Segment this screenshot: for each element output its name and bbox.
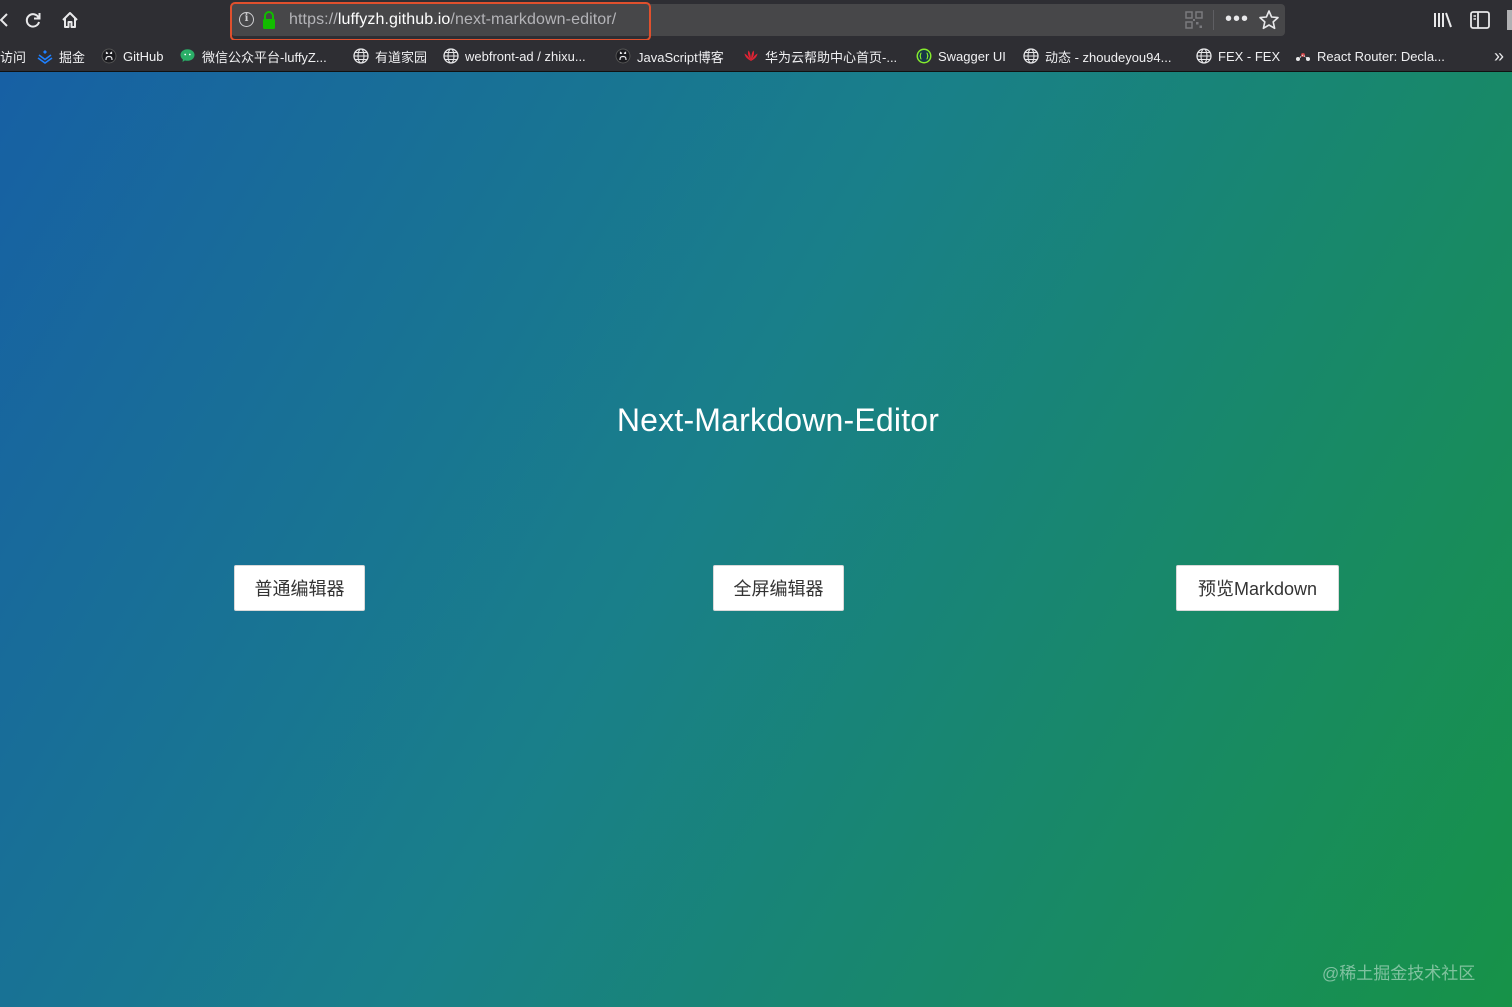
bookmark-label: 掘金 — [59, 49, 86, 65]
huawei-icon — [744, 50, 758, 61]
bookmark-item[interactable]: 微信公众平台-luffyZ... — [180, 46, 327, 66]
github-icon — [615, 48, 631, 64]
react-router-icon — [1296, 53, 1310, 61]
wechat-icon — [180, 49, 195, 62]
github-icon — [101, 48, 117, 64]
bookmark-label: 微信公众平台-luffyZ... — [202, 49, 327, 65]
bookmark-item[interactable]: GitHub — [101, 46, 163, 66]
bookmark-item[interactable]: JavaScript博客 — [615, 46, 724, 66]
bookmark-item[interactable]: 访问 — [0, 46, 26, 66]
globe-icon — [1196, 48, 1212, 64]
juejin-icon — [37, 50, 53, 64]
bookmark-label: React Router: Decla... — [1317, 48, 1445, 64]
address-bar[interactable]: i https://luffyzh.github.io/next-markdow… — [231, 4, 1285, 36]
bookmark-label: JavaScript博客 — [637, 49, 724, 65]
back-icon[interactable] — [0, 6, 18, 34]
info-icon[interactable]: i — [239, 12, 254, 27]
url-path: /next-markdown-editor/ — [450, 11, 617, 28]
bookmarks-bar: 访问 掘金 GitHub 微信公众平台-luffyZ... 有道家园 webfr… — [0, 40, 1512, 72]
preview-markdown-button[interactable]: 预览Markdown — [1176, 565, 1339, 611]
bookmark-label: 动态 - zhoudeyou94... — [1045, 49, 1172, 65]
bookmark-label: FEX - FEX — [1218, 48, 1281, 64]
bookmark-label: 有道家园 — [375, 49, 428, 65]
star-icon[interactable] — [1258, 9, 1280, 31]
lock-icon[interactable] — [261, 10, 277, 30]
url-text[interactable]: https://luffyzh.github.io/next-markdown-… — [289, 11, 616, 29]
swagger-icon — [916, 48, 932, 64]
bookmark-item[interactable]: React Router: Decla... — [1295, 46, 1445, 66]
url-separator — [1213, 10, 1214, 30]
page-title: Next-Markdown-Editor — [616, 402, 940, 438]
bookmark-label: GitHub — [123, 48, 164, 64]
page-content: Next-Markdown-Editor 普通编辑器 全屏编辑器 预览Markd… — [0, 72, 1512, 1007]
bookmark-item[interactable]: Swagger UI — [916, 46, 1006, 66]
bookmark-label: Swagger UI — [938, 48, 1006, 64]
home-icon[interactable] — [56, 6, 84, 34]
bookmark-item[interactable]: webfront-ad / zhixu... — [443, 46, 586, 66]
url-scheme: https:// — [289, 11, 338, 28]
url-host: luffyzh.github.io — [337, 11, 451, 28]
globe-icon — [1023, 48, 1039, 64]
watermark: @稀土掘金技术社区 — [1322, 964, 1476, 983]
more-icon[interactable]: ••• — [1225, 8, 1249, 31]
bookmark-label: 访问 — [0, 49, 27, 65]
globe-icon — [353, 48, 369, 64]
sidebar-icon[interactable] — [1469, 10, 1491, 30]
bookmark-item[interactable]: 有道家园 — [353, 46, 427, 66]
globe-icon — [443, 48, 459, 64]
bookmark-item[interactable]: 掘金 — [37, 46, 85, 66]
qr-code-icon[interactable] — [1185, 11, 1203, 29]
browser-toolbar: i https://luffyzh.github.io/next-markdow… — [0, 0, 1512, 41]
library-icon[interactable] — [1432, 10, 1454, 30]
normal-editor-button[interactable]: 普通编辑器 — [234, 565, 365, 611]
toolbar-overflow-edge — [1507, 10, 1512, 30]
bookmark-item[interactable]: 华为云帮助中心首页-... — [743, 46, 897, 66]
fullscreen-editor-button[interactable]: 全屏编辑器 — [713, 565, 844, 611]
reload-icon[interactable] — [19, 6, 47, 34]
bookmarks-overflow-icon[interactable]: » — [1494, 46, 1504, 67]
bookmark-label: webfront-ad / zhixu... — [465, 48, 586, 64]
bookmark-item[interactable]: 动态 - zhoudeyou94... — [1023, 46, 1171, 66]
bookmark-label: 华为云帮助中心首页-... — [765, 49, 898, 65]
bookmark-item[interactable]: FEX - FEX — [1196, 46, 1280, 66]
